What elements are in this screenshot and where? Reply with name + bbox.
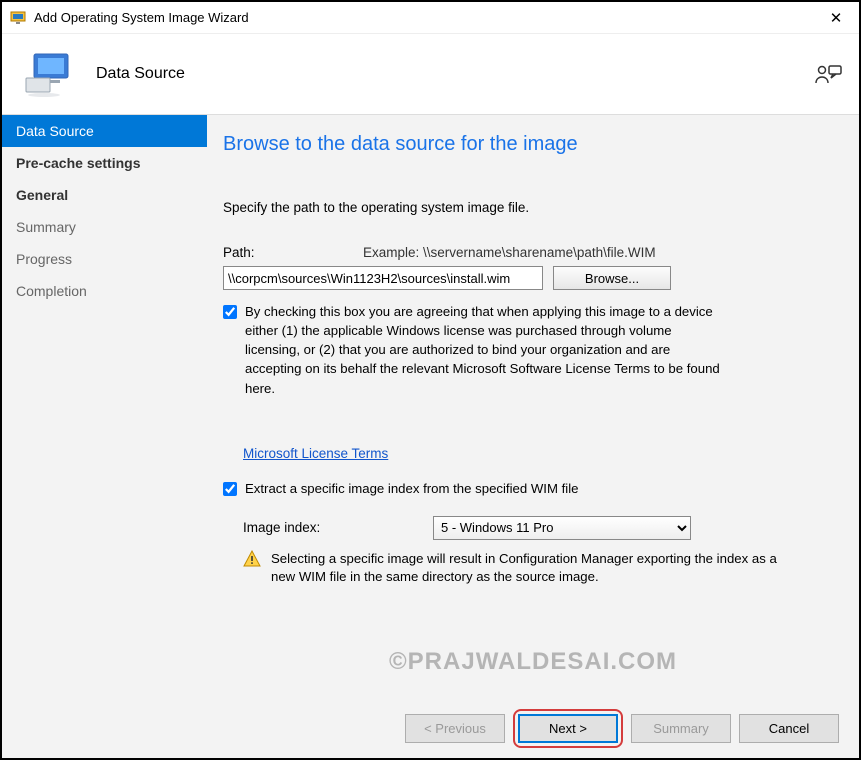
sidebar-step-summary[interactable]: Summary bbox=[2, 211, 207, 243]
next-button[interactable]: Next > bbox=[518, 714, 618, 743]
page-heading: Browse to the data source for the image bbox=[223, 133, 831, 156]
wizard-sidebar: Data Source Pre-cache settings General S… bbox=[2, 115, 207, 698]
image-index-select[interactable]: 5 - Windows 11 Pro bbox=[433, 516, 691, 540]
warning-text: Selecting a specific image will result i… bbox=[271, 550, 783, 587]
agree-checkbox[interactable] bbox=[223, 305, 237, 319]
license-terms-link[interactable]: Microsoft License Terms bbox=[243, 446, 388, 461]
computer-icon bbox=[22, 50, 78, 98]
agree-text: By checking this box you are agreeing th… bbox=[245, 302, 725, 398]
sidebar-step-data-source[interactable]: Data Source bbox=[2, 115, 207, 147]
path-example: Example: \\servername\sharename\path\fil… bbox=[363, 245, 656, 260]
path-label: Path: bbox=[223, 245, 363, 260]
wizard-header: Data Source bbox=[2, 34, 859, 114]
window-title: Add Operating System Image Wizard bbox=[34, 10, 821, 25]
page-subtitle: Data Source bbox=[96, 65, 185, 83]
wizard-footer: < Previous Next > Summary Cancel bbox=[2, 698, 859, 758]
next-highlight: Next > bbox=[513, 709, 623, 748]
previous-button: < Previous bbox=[405, 714, 505, 743]
wizard-main: Browse to the data source for the image … bbox=[207, 115, 859, 698]
close-icon[interactable]: ✕ bbox=[821, 9, 851, 27]
sidebar-step-progress[interactable]: Progress bbox=[2, 243, 207, 275]
browse-button[interactable]: Browse... bbox=[553, 266, 671, 290]
feedback-icon[interactable] bbox=[815, 63, 839, 85]
sidebar-step-completion[interactable]: Completion bbox=[2, 275, 207, 307]
app-icon bbox=[10, 10, 26, 26]
watermark: ©PRAJWALDESAI.COM bbox=[389, 648, 677, 676]
extract-checkbox[interactable] bbox=[223, 482, 237, 496]
sidebar-step-precache[interactable]: Pre-cache settings bbox=[2, 147, 207, 179]
index-label: Image index: bbox=[243, 520, 433, 535]
extract-text: Extract a specific image index from the … bbox=[245, 479, 578, 498]
warning-icon bbox=[243, 550, 261, 587]
sidebar-step-general[interactable]: General bbox=[2, 179, 207, 211]
instruction-text: Specify the path to the operating system… bbox=[223, 200, 831, 215]
summary-button: Summary bbox=[631, 714, 731, 743]
cancel-button[interactable]: Cancel bbox=[739, 714, 839, 743]
path-input[interactable] bbox=[223, 266, 543, 290]
titlebar: Add Operating System Image Wizard ✕ bbox=[2, 2, 859, 34]
